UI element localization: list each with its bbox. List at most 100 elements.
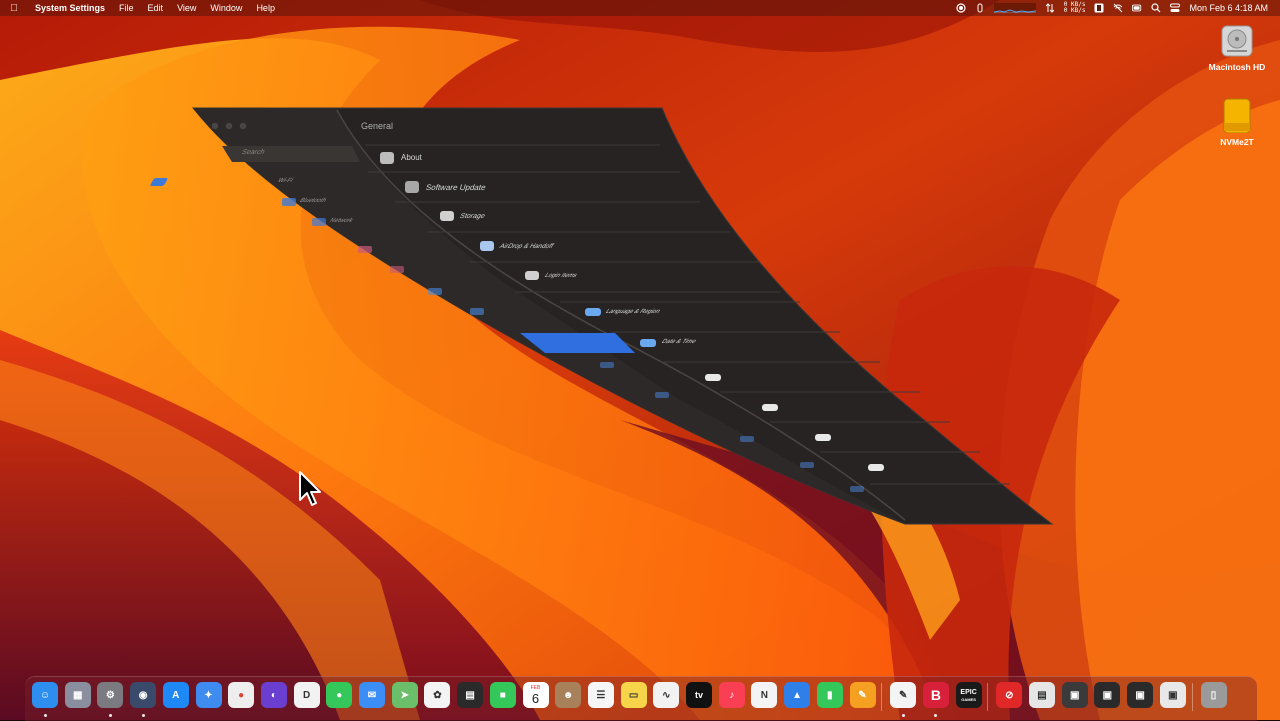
mouse-cursor-icon	[299, 471, 321, 506]
dock-messages-icon[interactable]: ●	[326, 682, 353, 708]
dock-news-icon[interactable]: N	[751, 682, 778, 708]
search-field[interactable]: Search	[240, 149, 265, 156]
settings-item-login-items[interactable]: Login Items	[543, 273, 578, 279]
clapper-icon: ▤	[465, 689, 475, 701]
wifi-off-icon[interactable]	[1113, 3, 1123, 13]
dock-trash-icon[interactable]: ▯	[1200, 682, 1227, 708]
notes-icon: ▭	[628, 689, 639, 701]
dock-screenshot-icon[interactable]: ▣	[1061, 682, 1088, 708]
dock-music-icon[interactable]: ♪	[718, 682, 745, 708]
dock-photos-icon[interactable]: ✿	[424, 682, 451, 708]
dock-epic-games-icon[interactable]: EPIC GAMES	[955, 682, 982, 708]
settings-item-about[interactable]: About	[401, 153, 422, 162]
dock-textedit-icon[interactable]: ✎	[890, 682, 917, 708]
maps-icon: ➤	[400, 689, 409, 701]
dock-dictionary-icon[interactable]: D	[293, 682, 320, 708]
news-icon: N	[760, 689, 768, 701]
chrome-icon: ●	[238, 689, 245, 701]
network-download: 0 KB/s	[1063, 7, 1086, 14]
quicktime-icon: ◉	[138, 689, 148, 701]
dock-numbers-icon[interactable]: ▮	[816, 682, 843, 708]
dock-b-app-icon[interactable]: B	[922, 682, 949, 708]
dock-separator	[987, 683, 989, 711]
safari-icon: ✦	[204, 689, 213, 701]
dock-safari-icon[interactable]: ✦	[195, 682, 222, 708]
messages-icon: ●	[336, 689, 343, 701]
dock-firefox-icon[interactable]: ◐	[260, 682, 287, 708]
system-settings-window[interactable]: General Search Wi-Fi Bluetooth Network A…	[0, 0, 1280, 720]
dock-contacts-icon[interactable]: ☻	[555, 682, 582, 708]
running-indicator	[43, 714, 47, 717]
dock-launchpad-icon[interactable]: ▦	[64, 682, 91, 708]
launchpad-icon: ▦	[72, 689, 83, 701]
desktop-icon-label: Macintosh HD	[1208, 62, 1266, 72]
settings-item-software-update[interactable]: Software Update	[425, 183, 487, 192]
dock-chrome-icon[interactable]: ●	[228, 682, 255, 708]
trash-icon: ▯	[1210, 689, 1217, 701]
music-icon: ♪	[729, 689, 735, 701]
hard-drive-icon	[1219, 22, 1255, 58]
settings-item-date-time[interactable]: Date & Time	[660, 339, 697, 345]
settings-item-storage[interactable]: Storage	[458, 213, 486, 220]
dock-mail-icon[interactable]: ✉	[359, 682, 385, 708]
menu-app-name[interactable]: System Settings	[28, 3, 112, 13]
clock[interactable]: Mon Feb 6 4:18 AM	[1189, 3, 1268, 13]
dictionary-icon: D	[302, 689, 311, 701]
dock-notes-icon[interactable]: ▭	[620, 682, 647, 708]
sidebar-item-network[interactable]: Network	[328, 218, 354, 224]
document-icon: ▤	[1037, 689, 1047, 701]
dock-app-store-icon[interactable]: A	[162, 682, 189, 708]
dock-gear-icon[interactable]: ⚙	[97, 682, 124, 708]
numbers-icon: ▮	[827, 689, 833, 701]
dock-screenshot-icon[interactable]: ▣	[1127, 682, 1154, 708]
network-stats[interactable]: 0 KB/s 0 KB/s	[1064, 2, 1086, 14]
dock-screenshot-icon[interactable]: ▣	[1094, 682, 1121, 708]
apple-menu-icon[interactable]: 	[0, 3, 28, 14]
menu-file[interactable]: File	[112, 3, 141, 13]
dock-pages-icon[interactable]: ✎	[849, 682, 876, 708]
desktop-icon-macintosh-hd[interactable]: Macintosh HD	[1202, 22, 1272, 72]
dock-calendar-icon[interactable]: FEB 6	[522, 682, 549, 708]
network-arrows-icon[interactable]	[1045, 3, 1055, 13]
screenshot-icon: ▣	[1069, 689, 1080, 701]
settings-item-language-region[interactable]: Language & Region	[604, 309, 661, 315]
freeform-icon: ∿	[662, 689, 671, 701]
battery-icon[interactable]	[1132, 3, 1142, 13]
window-body	[150, 107, 1054, 525]
settings-item-airdrop[interactable]: AirDrop & Handoff	[498, 243, 555, 250]
app-store-icon: A	[172, 689, 180, 701]
sidebar-item-bluetooth[interactable]: Bluetooth	[298, 198, 328, 204]
firefox-icon: ◐	[270, 689, 277, 701]
cpu-graph-icon[interactable]	[993, 3, 1036, 13]
desktop-icon-nvme2t[interactable]: NVMe2T	[1202, 97, 1272, 147]
control-center-icon[interactable]	[1170, 3, 1181, 13]
record-icon[interactable]	[956, 3, 966, 13]
finder-icon: ☺	[39, 689, 51, 701]
keynote-icon: ▲	[792, 689, 803, 701]
desktop-icon-label: NVMe2T	[1220, 137, 1254, 147]
search-icon[interactable]	[1151, 3, 1161, 13]
menu-view[interactable]: View	[170, 3, 203, 13]
paperclip-icon[interactable]	[975, 3, 985, 13]
dock-separator	[881, 683, 883, 711]
dock-finder-icon[interactable]: ☺	[32, 682, 58, 708]
b-menu-icon[interactable]	[1094, 3, 1104, 13]
dock-facetime-icon[interactable]: ■	[489, 682, 516, 708]
dock-screenshot-icon[interactable]: ▣	[1159, 682, 1186, 708]
dock-clapper-icon[interactable]: ▤	[457, 682, 484, 708]
menu-window[interactable]: Window	[203, 3, 249, 13]
screenshot-icon: ▣	[1102, 689, 1113, 701]
calendar-day: 6	[531, 690, 540, 706]
dock-document-icon[interactable]: ▤	[1029, 682, 1055, 708]
dock-maps-icon[interactable]: ➤	[391, 682, 418, 708]
running-indicator	[141, 714, 145, 717]
textedit-icon: ✎	[898, 689, 908, 701]
dock-quicktime-icon[interactable]: ◉	[130, 682, 157, 708]
dock-freeform-icon[interactable]: ∿	[653, 682, 680, 708]
dock-reminders-icon[interactable]: ☰	[587, 682, 614, 708]
dock-alarm-icon[interactable]: ⊘	[996, 682, 1023, 708]
menu-help[interactable]: Help	[249, 3, 282, 13]
dock-tv-icon[interactable]: tv	[686, 682, 712, 708]
menu-edit[interactable]: Edit	[141, 3, 171, 13]
dock-keynote-icon[interactable]: ▲	[784, 682, 811, 708]
